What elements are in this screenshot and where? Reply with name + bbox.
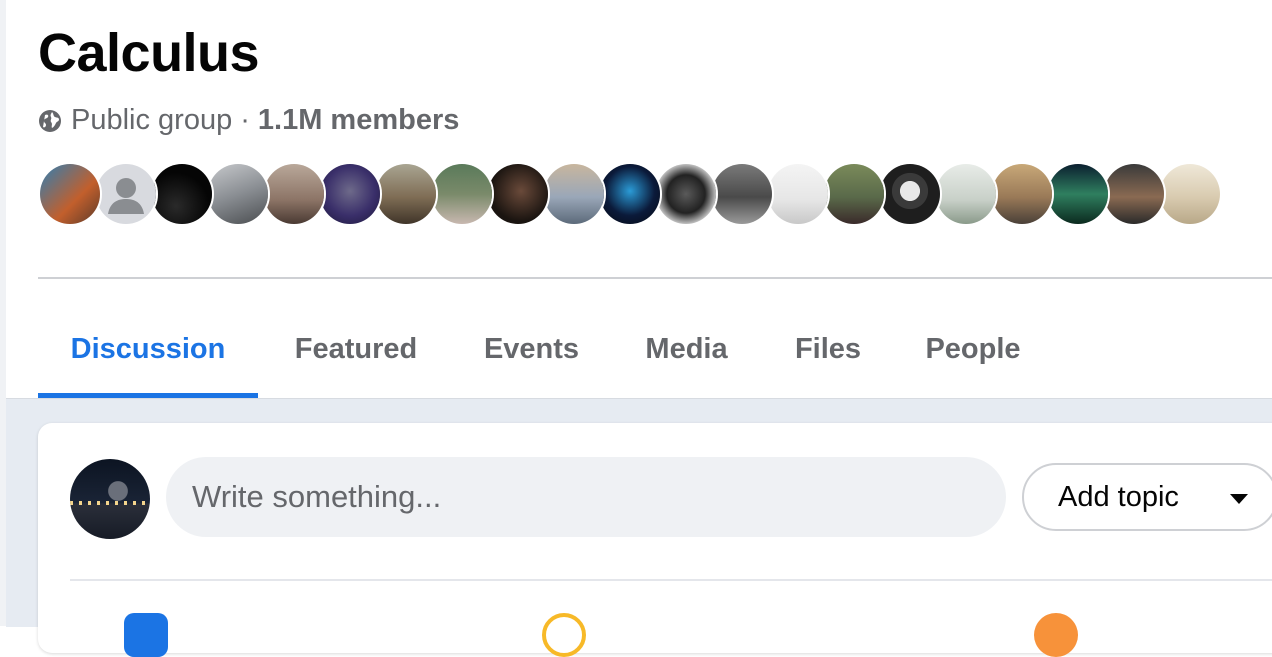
member-avatar[interactable] — [1046, 162, 1110, 226]
member-avatar[interactable] — [878, 162, 942, 226]
current-user-avatar[interactable] — [70, 459, 150, 539]
add-topic-button[interactable]: Add topic — [1022, 463, 1272, 531]
member-avatar[interactable] — [710, 162, 774, 226]
tab-files[interactable]: Files — [764, 300, 892, 398]
member-avatar[interactable] — [822, 162, 886, 226]
live-video-icon[interactable] — [124, 613, 168, 657]
member-avatar[interactable] — [598, 162, 662, 226]
member-avatar[interactable] — [206, 162, 270, 226]
member-avatar[interactable] — [1102, 162, 1166, 226]
write-something-input[interactable]: Write something... — [166, 457, 1006, 537]
group-title: Calculus — [38, 23, 260, 83]
member-avatar[interactable] — [38, 162, 102, 226]
member-avatar[interactable] — [766, 162, 830, 226]
caret-down-icon — [1230, 494, 1248, 504]
globe-icon — [39, 109, 61, 132]
add-topic-label: Add topic — [1058, 480, 1179, 513]
member-avatar[interactable] — [486, 162, 550, 226]
meta-separator: · — [240, 104, 250, 136]
group-meta: Public group · 1.1M members — [38, 104, 459, 137]
member-avatar[interactable] — [430, 162, 494, 226]
privacy-label: Public group — [71, 104, 233, 136]
member-avatar[interactable] — [934, 162, 998, 226]
write-something-placeholder: Write something... — [192, 479, 442, 514]
member-avatar[interactable] — [374, 162, 438, 226]
tab-media[interactable]: Media — [609, 300, 764, 398]
default-avatar-icon — [108, 178, 144, 214]
tab-featured[interactable]: Featured — [258, 300, 454, 398]
member-avatar[interactable] — [318, 162, 382, 226]
group-header: Calculus Public group · 1.1M members Dis… — [6, 0, 1272, 398]
tab-events[interactable]: Events — [454, 300, 609, 398]
tab-discussion[interactable]: Discussion — [38, 300, 258, 398]
member-avatar[interactable] — [262, 162, 326, 226]
members-count-link[interactable]: 1.1M members — [258, 104, 460, 137]
member-avatar[interactable] — [94, 162, 158, 226]
member-avatar[interactable] — [1158, 162, 1222, 226]
tab-people[interactable]: People — [892, 300, 1054, 398]
feeling-icon[interactable] — [1034, 613, 1078, 657]
member-avatar[interactable] — [150, 162, 214, 226]
post-composer: Write something... Add topic — [38, 423, 1272, 657]
feed-area: Write something... Add topic — [6, 398, 1272, 657]
header-divider — [38, 277, 1272, 279]
poll-icon[interactable] — [542, 613, 586, 657]
composer-divider — [70, 579, 1272, 581]
group-tabs: Discussion Featured Events Media Files People — [38, 300, 1054, 398]
member-avatar[interactable] — [990, 162, 1054, 226]
member-avatar[interactable] — [542, 162, 606, 226]
member-avatar[interactable] — [654, 162, 718, 226]
